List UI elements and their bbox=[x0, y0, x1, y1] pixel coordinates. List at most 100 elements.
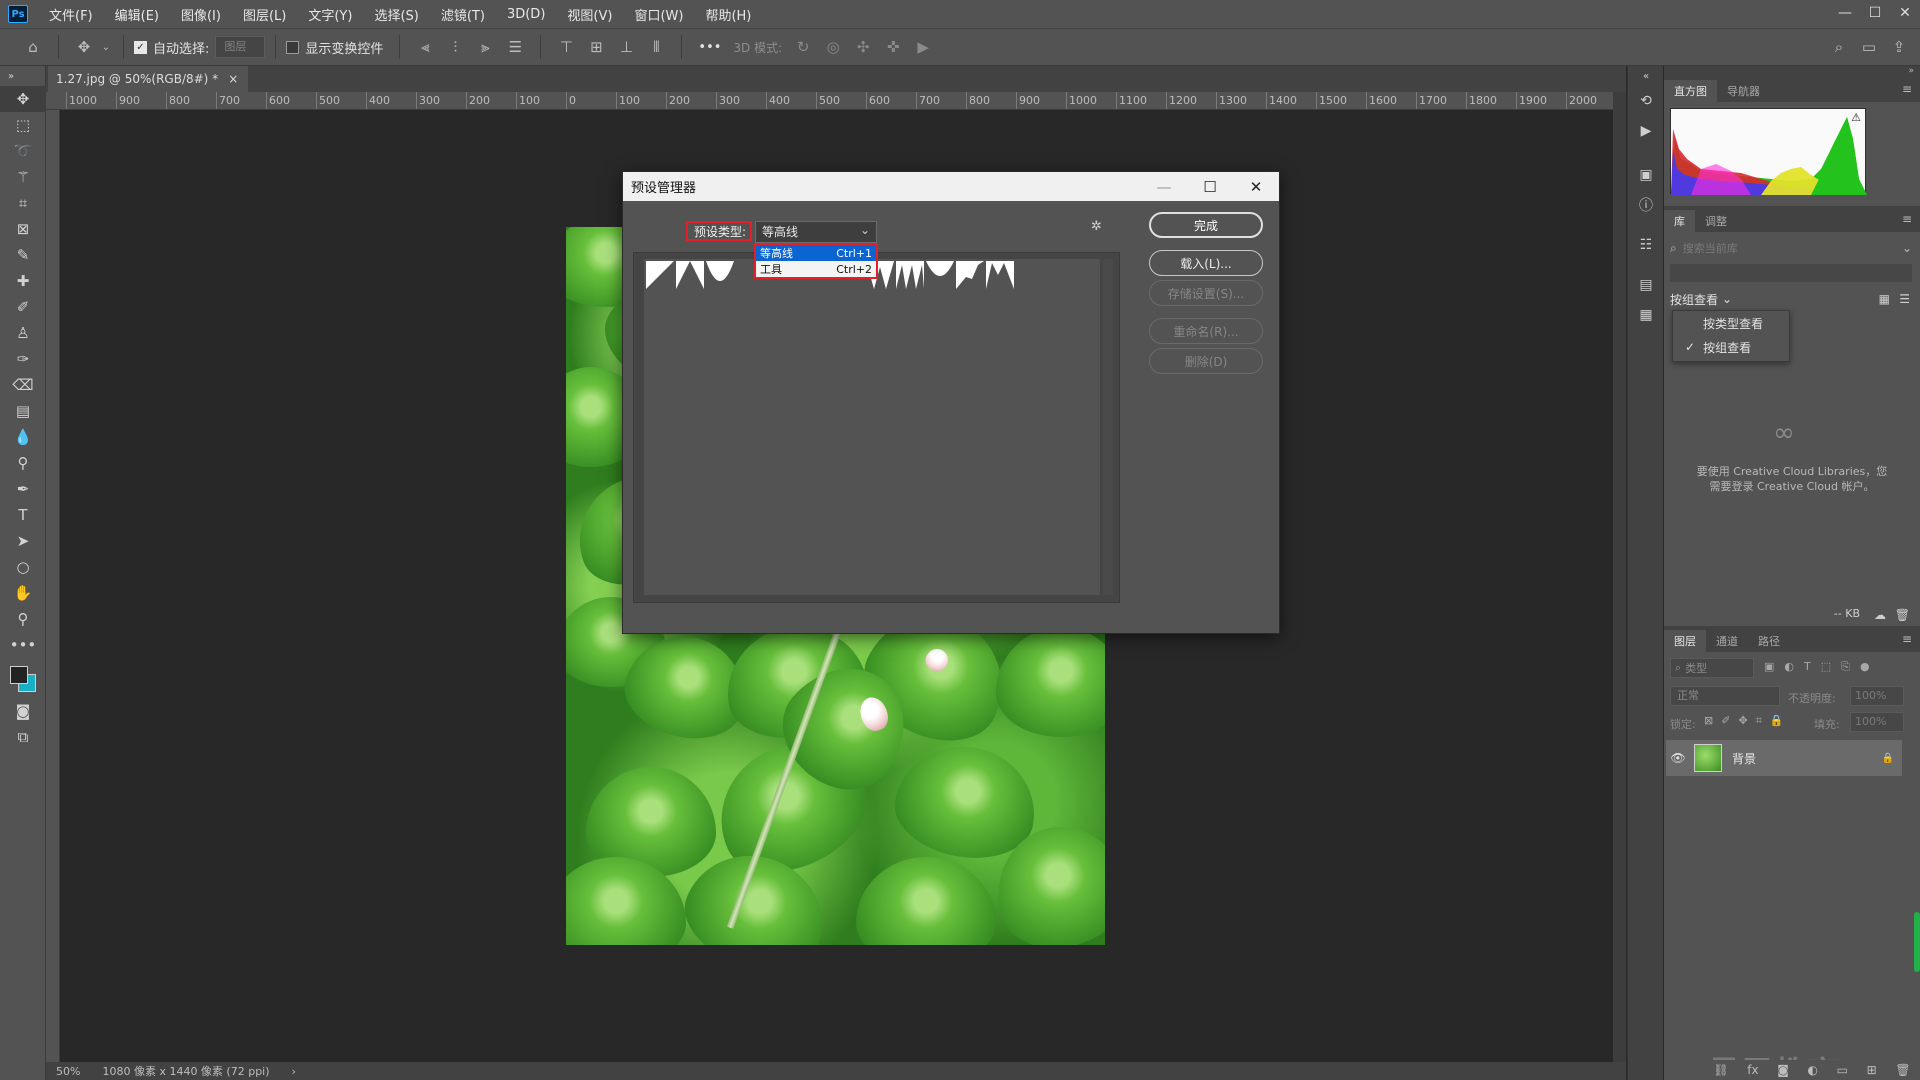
cloud-sync-icon[interactable]: ☁ bbox=[1874, 608, 1886, 622]
view-mode-select[interactable]: 按组查看 ⌄ bbox=[1670, 290, 1732, 308]
panel-menu-icon[interactable]: ≡ bbox=[1902, 212, 1912, 226]
eyedropper-tool-icon[interactable]: ✎ bbox=[0, 242, 46, 268]
delete-layer-icon[interactable]: 🗑 bbox=[1895, 1063, 1910, 1077]
menu-type[interactable]: 文字(Y) bbox=[297, 5, 363, 24]
close-tab-icon[interactable]: × bbox=[228, 72, 238, 86]
move-tool-icon[interactable]: ✥ bbox=[0, 86, 46, 112]
tab-paths[interactable]: 路径 bbox=[1748, 630, 1790, 652]
3d-camera-icon[interactable]: ▶ bbox=[910, 34, 936, 60]
brush-tool-icon[interactable]: ✐ bbox=[0, 294, 46, 320]
lock-pixels-icon[interactable]: ✐ bbox=[1721, 714, 1730, 728]
eraser-tool-icon[interactable]: ⌫ bbox=[0, 372, 46, 398]
3d-orbit-icon[interactable]: ↻ bbox=[790, 34, 816, 60]
dialog-maximize-button[interactable]: ☐ bbox=[1187, 172, 1233, 201]
more-tools-icon[interactable]: ••• bbox=[0, 632, 46, 658]
menu-filter[interactable]: 滤镜(T) bbox=[430, 5, 496, 24]
dialog-close-button[interactable]: ✕ bbox=[1233, 172, 1279, 201]
info-icon[interactable]: ⓘ bbox=[1628, 190, 1664, 220]
type-filter-icon[interactable]: T bbox=[1804, 660, 1811, 674]
list-view-icon[interactable]: ☰ bbox=[1899, 292, 1910, 306]
menu-layer[interactable]: 图层(L) bbox=[232, 5, 297, 24]
align-left-icon[interactable]: ⫷ bbox=[412, 34, 438, 60]
chevron-down-icon[interactable]: ⌄ bbox=[101, 34, 111, 60]
new-layer-icon[interactable]: ⊞ bbox=[1867, 1063, 1877, 1077]
character-icon[interactable]: ▤ bbox=[1628, 270, 1664, 300]
tab-layers[interactable]: 图层 bbox=[1664, 630, 1706, 652]
layer-row[interactable]: 👁 背景 🔒 bbox=[1666, 740, 1902, 776]
adjustment-filter-icon[interactable]: ◐ bbox=[1784, 660, 1794, 674]
magic-wand-tool-icon[interactable]: ⚚ bbox=[0, 164, 46, 190]
menu-edit[interactable]: 编辑(E) bbox=[104, 5, 170, 24]
menu-help[interactable]: 帮助(H) bbox=[694, 5, 762, 24]
gradient-tool-icon[interactable]: ▤ bbox=[0, 398, 46, 424]
menu-3d[interactable]: 3D(D) bbox=[496, 7, 556, 22]
quick-mask-icon[interactable]: ◙ bbox=[0, 698, 46, 724]
trash-icon[interactable]: 🗑 bbox=[1895, 608, 1910, 622]
maximize-button[interactable]: ☐ bbox=[1860, 0, 1890, 26]
home-icon[interactable]: ⌂ bbox=[20, 34, 46, 60]
more-options-button[interactable]: ••• bbox=[698, 40, 721, 55]
dropdown-option-tools[interactable]: 工具 Ctrl+2 bbox=[756, 261, 876, 277]
contour-thumbnail[interactable] bbox=[926, 261, 954, 289]
menu-item-view-by-type[interactable]: 按类型查看 bbox=[1673, 311, 1789, 335]
history-brush-tool-icon[interactable]: ✑ bbox=[0, 346, 46, 372]
distribute-vertical-icon[interactable]: ⦀ bbox=[643, 34, 669, 60]
adjustment-layer-icon[interactable]: ◐ bbox=[1808, 1063, 1818, 1077]
menu-item-view-by-group[interactable]: ✓ 按组查看 bbox=[1673, 335, 1789, 359]
smart-object-filter-icon[interactable]: ⎘ bbox=[1841, 660, 1850, 674]
contour-thumbnail[interactable] bbox=[706, 261, 734, 289]
filter-toggle-icon[interactable]: ● bbox=[1860, 660, 1870, 674]
lasso-tool-icon[interactable]: ➰ bbox=[0, 138, 46, 164]
blend-mode-select[interactable]: 正常 bbox=[1670, 686, 1780, 706]
zoom-level[interactable]: 50% bbox=[56, 1065, 80, 1078]
preset-list-scrollbar[interactable] bbox=[1103, 259, 1113, 595]
clone-stamp-tool-icon[interactable]: ♙ bbox=[0, 320, 46, 346]
layer-filter-select[interactable]: ⌕ 类型 bbox=[1670, 658, 1754, 678]
layer-style-icon[interactable]: fx bbox=[1747, 1063, 1758, 1077]
menu-window[interactable]: 窗口(W) bbox=[623, 5, 694, 24]
collapse-icon[interactable]: » bbox=[0, 66, 46, 86]
visibility-eye-icon[interactable]: 👁 bbox=[1666, 751, 1690, 765]
zoom-tool-icon[interactable]: ⚲ bbox=[0, 606, 46, 632]
actions-play-icon[interactable]: ▶ bbox=[1628, 116, 1664, 146]
contour-thumbnail[interactable] bbox=[646, 261, 674, 289]
menu-file[interactable]: 文件(F) bbox=[38, 5, 104, 24]
menu-view[interactable]: 视图(V) bbox=[556, 5, 623, 24]
opacity-input[interactable]: 100% bbox=[1850, 686, 1904, 706]
healing-brush-tool-icon[interactable]: ✚ bbox=[0, 268, 46, 294]
menu-image[interactable]: 图像(I) bbox=[170, 5, 232, 24]
search-icon[interactable]: ⌕ bbox=[1826, 34, 1852, 60]
screen-mode-icon[interactable]: ⧉ bbox=[0, 724, 46, 750]
done-button[interactable]: 完成 bbox=[1149, 212, 1263, 238]
status-menu-arrow-icon[interactable]: › bbox=[292, 1065, 296, 1078]
panel-menu-icon[interactable]: ≡ bbox=[1902, 82, 1912, 96]
collapse-icon[interactable]: « bbox=[1628, 66, 1664, 86]
share-icon[interactable]: ⇪ bbox=[1886, 34, 1912, 60]
library-search[interactable]: ⌕ 搜索当前库 ⌄ bbox=[1670, 238, 1912, 258]
tab-libraries[interactable]: 库 bbox=[1664, 210, 1695, 232]
align-middle-icon[interactable]: ⊞ bbox=[583, 34, 609, 60]
align-right-icon[interactable]: ⫸ bbox=[472, 34, 498, 60]
marquee-tool-icon[interactable]: ⬚ bbox=[0, 112, 46, 138]
rename-button[interactable]: 重命名(R)... bbox=[1149, 318, 1263, 344]
workspace-icon[interactable]: ▭ bbox=[1856, 34, 1882, 60]
add-mask-icon[interactable]: ◙ bbox=[1777, 1063, 1789, 1077]
dropdown-option-contours[interactable]: 等高线 Ctrl+1 bbox=[756, 245, 876, 261]
gear-icon[interactable]: ✲ bbox=[1091, 219, 1102, 234]
show-transform-checkbox[interactable] bbox=[286, 40, 300, 54]
blur-tool-icon[interactable]: 💧 bbox=[0, 424, 46, 450]
lock-artboard-icon[interactable]: ⌗ bbox=[1756, 714, 1762, 728]
hand-tool-icon[interactable]: ✋ bbox=[0, 580, 46, 606]
canvas-scrollbar[interactable] bbox=[1613, 92, 1626, 1062]
3d-pan-icon[interactable]: ✣ bbox=[850, 34, 876, 60]
properties-icon[interactable]: ▣ bbox=[1628, 160, 1664, 190]
tab-adjustments[interactable]: 调整 bbox=[1695, 210, 1737, 232]
chevron-down-icon[interactable]: ⌄ bbox=[1902, 241, 1912, 255]
auto-select-checkbox[interactable]: ✓ bbox=[134, 40, 147, 54]
tab-histogram[interactable]: 直方图 bbox=[1664, 80, 1717, 102]
save-settings-button[interactable]: 存储设置(S)... bbox=[1149, 280, 1263, 306]
delete-button[interactable]: 删除(D) bbox=[1149, 348, 1263, 374]
panel-scrollbar[interactable] bbox=[1914, 912, 1920, 972]
contour-thumbnail[interactable] bbox=[896, 261, 924, 289]
panel-menu-icon[interactable]: ≡ bbox=[1902, 632, 1912, 646]
